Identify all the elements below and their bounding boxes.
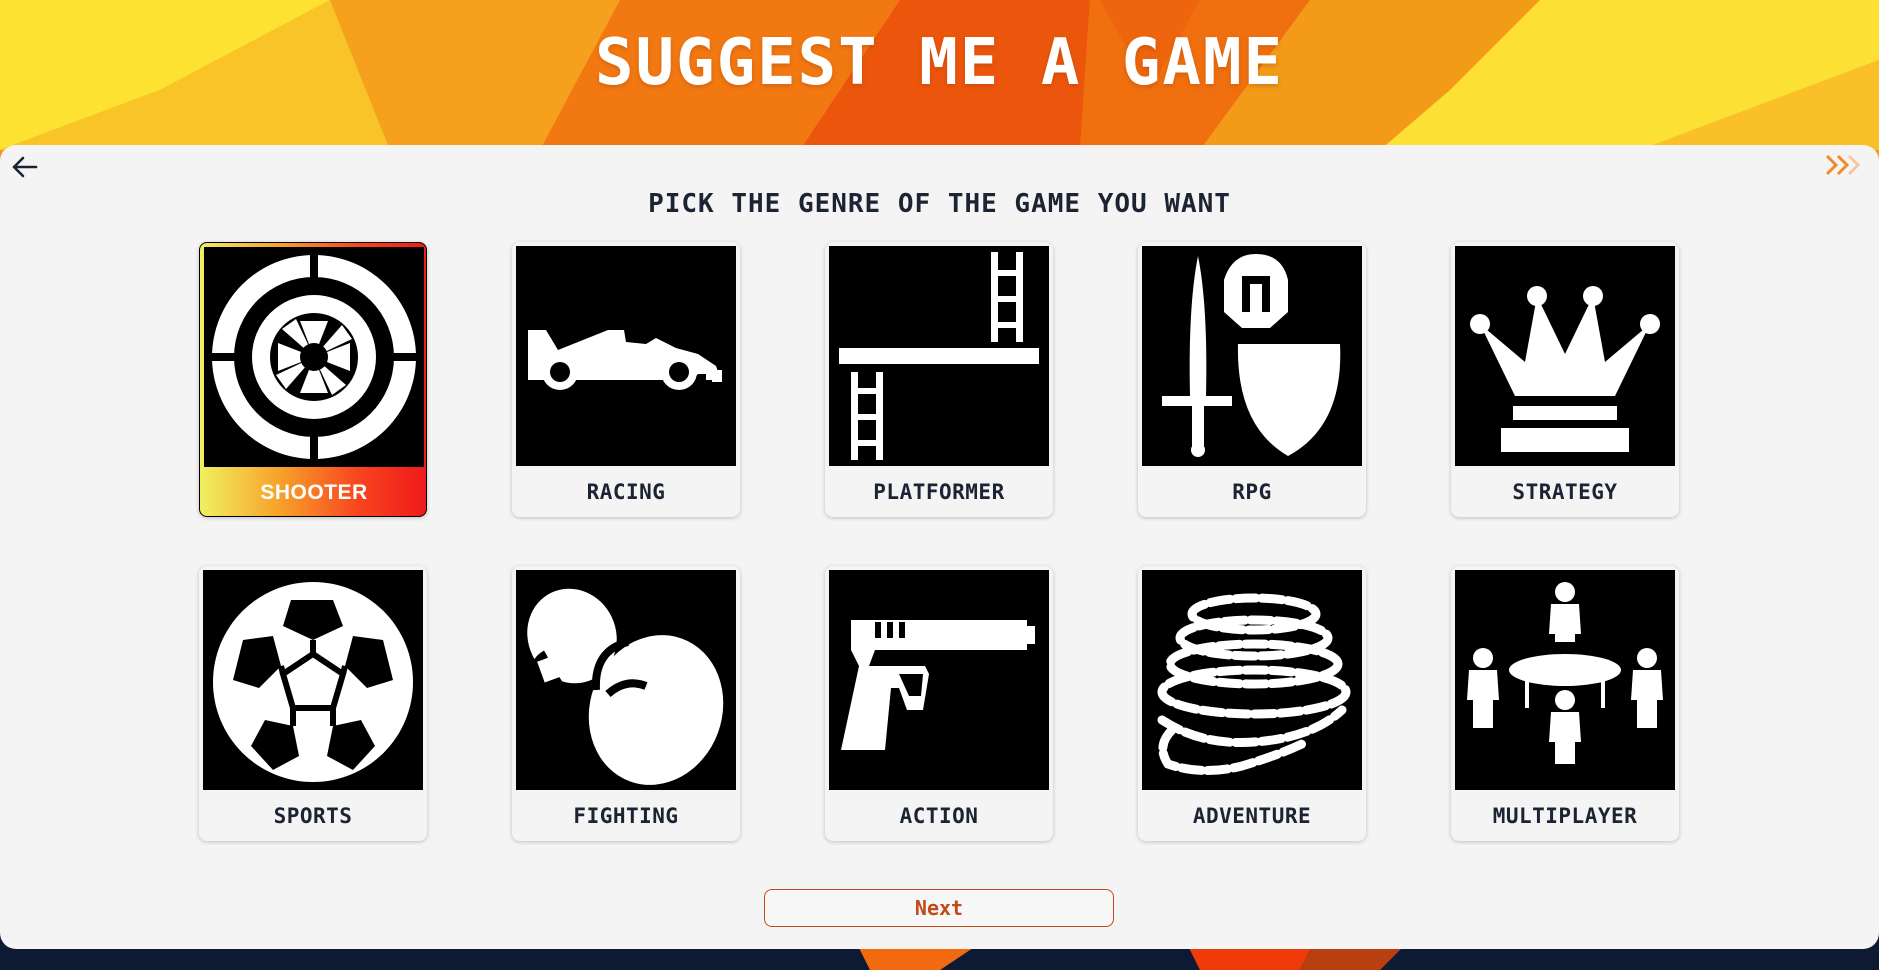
genre-card-action[interactable]: ACTION: [825, 566, 1053, 841]
genre-label: FIGHTING: [573, 803, 679, 828]
genre-label: RACING: [586, 479, 666, 504]
genre-label: SHOOTER: [260, 480, 368, 504]
ladder-platform-icon: [829, 246, 1049, 466]
genre-card-rpg[interactable]: RPG: [1138, 242, 1366, 517]
round-table-icon: [1455, 570, 1675, 790]
genre-label: SPORTS: [273, 803, 353, 828]
back-button[interactable]: [8, 153, 40, 185]
arrow-left-icon: [10, 153, 38, 185]
double-chevron-right-icon: [1825, 152, 1865, 182]
skip-button[interactable]: [1823, 151, 1867, 183]
genre-label: RPG: [1232, 479, 1272, 504]
genre-card-platformer[interactable]: PLATFORMER: [825, 242, 1053, 517]
pistol-icon: [829, 570, 1049, 790]
race-car-icon: [516, 246, 736, 466]
genre-label: STRATEGY: [1512, 479, 1618, 504]
next-button[interactable]: Next: [764, 889, 1114, 927]
genre-prompt: PICK THE GENRE OF THE GAME YOU WANT: [648, 189, 1231, 219]
main-panel: PICK THE GENRE OF THE GAME YOU WANT SHOO…: [0, 145, 1879, 949]
boxing-glove-icon: [516, 570, 736, 790]
stone-tower-icon: [1142, 570, 1362, 790]
crosshair-icon: [204, 247, 424, 467]
page-title: SUGGEST ME A GAME: [594, 26, 1285, 100]
genre-card-fighting[interactable]: FIGHTING: [512, 566, 740, 841]
genre-card-multiplayer[interactable]: MULTIPLAYER: [1451, 566, 1679, 841]
genre-label: ADVENTURE: [1192, 803, 1312, 828]
genre-card-racing[interactable]: RACING: [512, 242, 740, 517]
genre-label: PLATFORMER: [873, 479, 1005, 504]
crown-icon: [1455, 246, 1675, 466]
genre-card-shooter[interactable]: SHOOTER: [199, 242, 427, 517]
genre-label: ACTION: [899, 803, 979, 828]
genre-label: MULTIPLAYER: [1492, 803, 1638, 828]
genre-card-sports[interactable]: SPORTS: [199, 566, 427, 841]
soccer-ball-icon: [203, 570, 423, 790]
genre-card-adventure[interactable]: ADVENTURE: [1138, 566, 1366, 841]
genre-card-strategy[interactable]: STRATEGY: [1451, 242, 1679, 517]
sword-shield-icon: [1142, 246, 1362, 466]
